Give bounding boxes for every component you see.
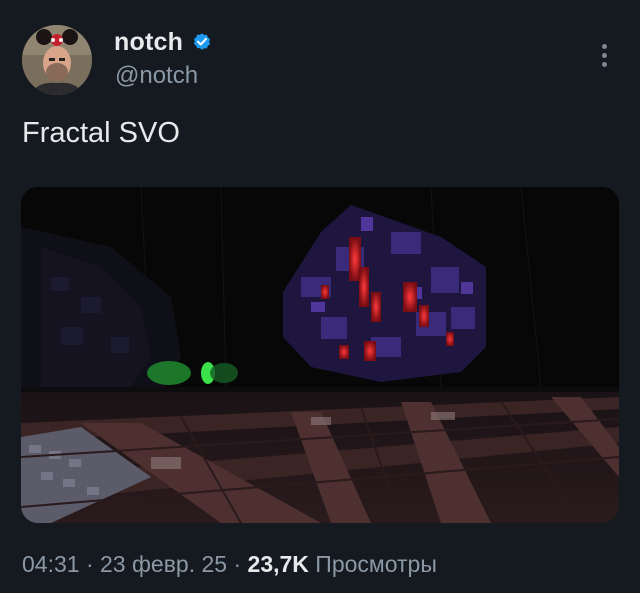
voxel-render-image bbox=[21, 187, 619, 523]
author-handle[interactable]: @notch bbox=[115, 62, 198, 90]
views-label: Просмотры bbox=[308, 551, 437, 577]
meta-separator: · bbox=[227, 551, 248, 577]
more-options-icon[interactable] bbox=[594, 40, 614, 70]
avatar-photo bbox=[22, 25, 92, 95]
tweet-date[interactable]: 23 февр. 25 bbox=[100, 551, 227, 577]
tweet-text: Fractal SVO bbox=[22, 117, 180, 149]
tweet-time[interactable]: 04:31 bbox=[22, 551, 80, 577]
display-name[interactable]: notch bbox=[114, 28, 183, 57]
tweet-meta: 04:31 · 23 февр. 25 · 23,7K Просмотры bbox=[22, 551, 437, 578]
avatar[interactable] bbox=[22, 25, 92, 95]
meta-separator: · bbox=[79, 551, 101, 577]
tweet-media[interactable] bbox=[21, 187, 619, 523]
verified-badge-icon bbox=[193, 32, 211, 50]
views-count: 23,7K bbox=[247, 551, 309, 577]
author-name-row: notch bbox=[114, 28, 213, 57]
tweet-card: notch @notch Fractal SVO 04:31 · 23 февр… bbox=[0, 0, 640, 593]
